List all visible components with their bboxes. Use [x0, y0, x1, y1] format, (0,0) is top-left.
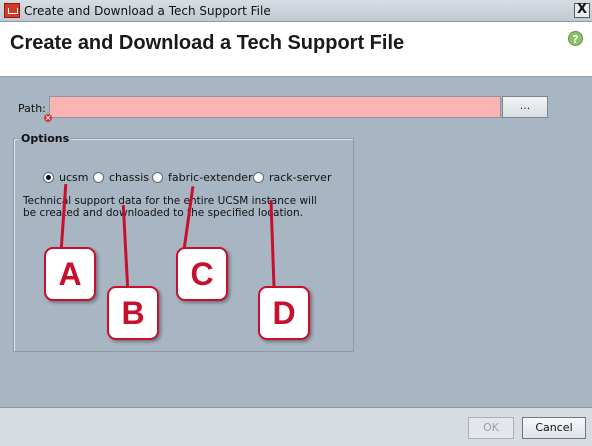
app-icon — [4, 3, 20, 18]
path-input[interactable] — [49, 96, 501, 118]
cancel-button[interactable]: Cancel — [522, 417, 586, 439]
radio-button-ucsm[interactable] — [43, 172, 54, 183]
radio-label-ucsm[interactable]: ucsm — [59, 171, 88, 184]
callout-b: B — [107, 286, 159, 340]
help-icon[interactable]: ? — [568, 31, 583, 46]
callout-c: C — [176, 247, 228, 301]
radio-label-rack-server[interactable]: rack-server — [269, 171, 331, 184]
title-bar: Create and Download a Tech Support File … — [0, 0, 592, 22]
window-title: Create and Download a Tech Support File — [24, 4, 271, 18]
callout-a: A — [44, 247, 96, 301]
radio-label-chassis[interactable]: chassis — [109, 171, 149, 184]
radio-label-fabric-extender[interactable]: fabric-extender — [168, 171, 253, 184]
close-button[interactable]: X — [574, 3, 590, 18]
radio-button-rack-server[interactable] — [253, 172, 264, 183]
radio-button-chassis[interactable] — [93, 172, 104, 183]
option-description: Technical support data for the entire UC… — [23, 195, 317, 219]
callout-d: D — [258, 286, 310, 340]
page-title: Create and Download a Tech Support File — [10, 32, 405, 54]
ok-button[interactable]: OK — [468, 417, 514, 439]
options-legend: Options — [19, 132, 72, 145]
error-icon: × — [44, 114, 52, 122]
dialog-header: Create and Download a Tech Support File … — [0, 22, 592, 77]
path-label: Path: — [18, 102, 46, 115]
browse-button[interactable]: ... — [502, 96, 548, 118]
radio-button-fabric-extender[interactable] — [152, 172, 163, 183]
